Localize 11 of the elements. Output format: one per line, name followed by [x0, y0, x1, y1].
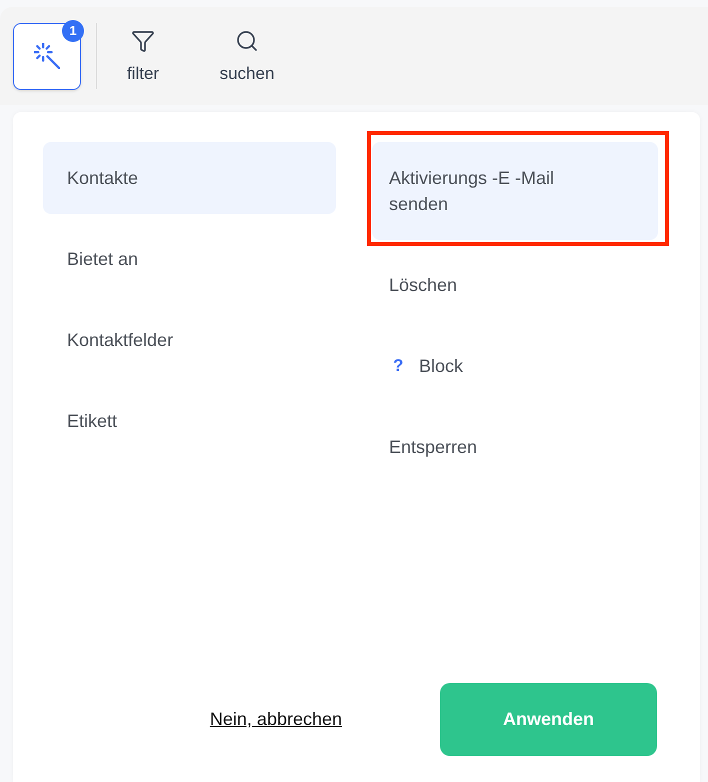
cancel-link[interactable]: Nein, abbrechen	[210, 706, 342, 733]
category-item[interactable]: Kontakte	[43, 142, 336, 214]
magic-wand-icon	[34, 43, 60, 69]
search-icon	[235, 28, 259, 52]
action-item[interactable]: Aktivierungs -E -Mail senden	[372, 142, 658, 240]
filter-icon	[131, 28, 155, 52]
count-badge: 1	[62, 20, 84, 42]
question-mark-icon: ?	[389, 353, 419, 379]
search-button[interactable]: suchen	[207, 22, 287, 90]
filter-button[interactable]: filter	[103, 22, 183, 90]
magic-wand-button[interactable]	[13, 22, 81, 90]
